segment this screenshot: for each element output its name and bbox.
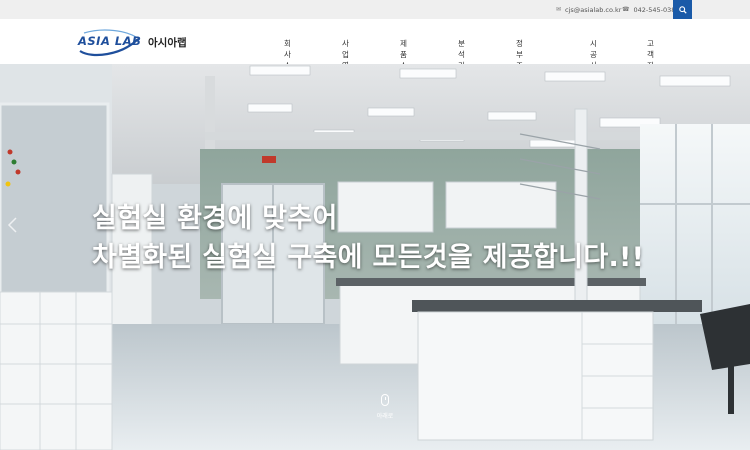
slider-prev-button[interactable]: [0, 192, 26, 258]
hero-banner: 실험실 환경에 맞추어 차별화된 실험실 구축에 모든것을 제공합니다.!! 아…: [0, 64, 750, 450]
email-text: cjs@asialab.co.kr: [565, 5, 622, 14]
contact-email[interactable]: ✉ cjs@asialab.co.kr: [556, 0, 621, 19]
contact-phone[interactable]: ☎ 042-545-0385: [622, 0, 680, 19]
top-utility-bar: ✉ cjs@asialab.co.kr ☎ 042-545-0385: [0, 0, 750, 19]
site-logo[interactable]: ASIA LAB 아시아랩: [74, 29, 224, 57]
mouse-icon: [381, 394, 389, 406]
search-button[interactable]: [673, 0, 692, 19]
hero-headline-line1: 실험실 환경에 맞추어: [92, 203, 338, 234]
search-icon: [678, 5, 687, 14]
chevron-left-icon: [7, 217, 17, 233]
phone-icon: ☎: [622, 6, 630, 13]
logo-english-text: ASIA LAB: [78, 34, 142, 48]
scroll-down-button[interactable]: 아래로: [368, 394, 402, 420]
site-header: ASIA LAB 아시아랩 회사소개 사업영역 제품소개 분석기기 정부조달물자…: [0, 19, 750, 103]
hero-headline: 실험실 환경에 맞추어 차별화된 실험실 구축에 모든것을 제공합니다.!!: [92, 199, 644, 277]
logo-korean-text: 아시아랩: [148, 37, 187, 49]
hero-headline-line2: 차별화된 실험실 구축에 모든것을 제공합니다.!!: [92, 242, 645, 273]
scroll-label: 아래로: [376, 413, 394, 420]
envelope-icon: ✉: [556, 6, 562, 13]
